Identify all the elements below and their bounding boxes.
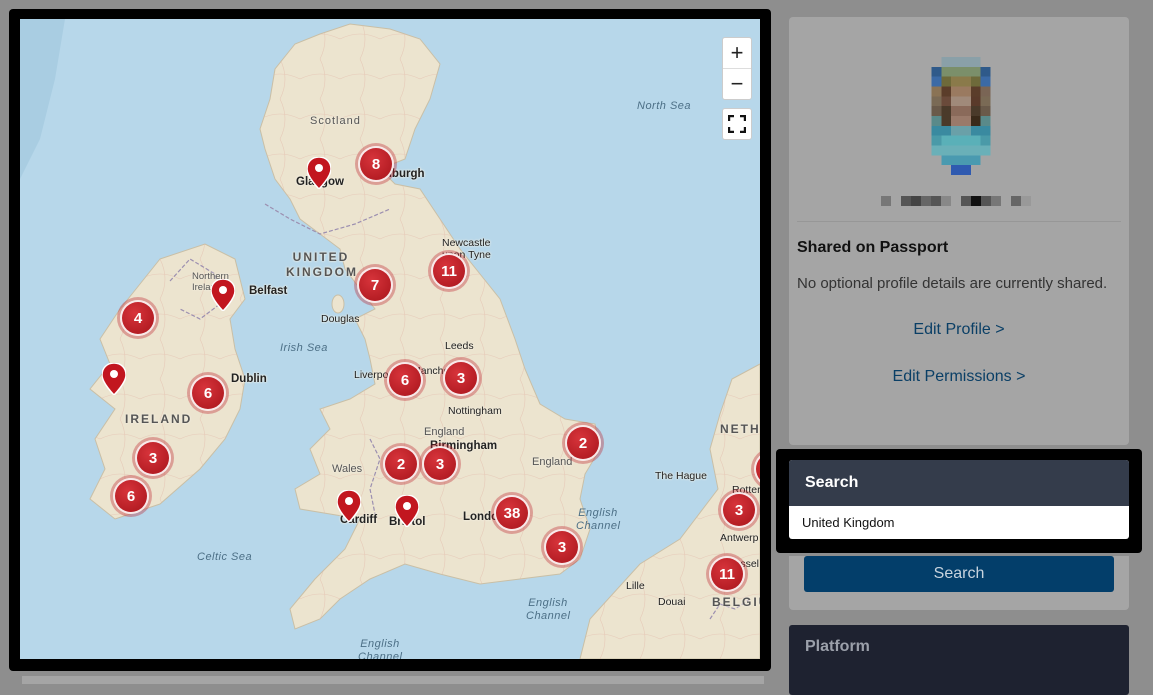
shared-details-text: No optional profile details are currentl… <box>797 275 1108 292</box>
label-england-east: England <box>532 456 573 468</box>
zoom-in-button[interactable]: + <box>723 38 751 68</box>
map-cluster-liverpool[interactable]: 6 <box>387 362 423 398</box>
map-cluster-dublin[interactable]: 6 <box>190 375 226 411</box>
label-the-hague: The Hague <box>655 470 707 482</box>
label-wales: Wales <box>332 463 363 475</box>
content-bottom-strip <box>22 676 764 684</box>
map-pin-cardiff[interactable] <box>337 490 361 522</box>
map-cluster-london[interactable]: 38 <box>494 495 530 531</box>
map-pin-glasgow[interactable] <box>307 157 331 189</box>
label-belgium: BELGIU <box>712 595 760 609</box>
map-cluster-ireland-south[interactable]: 3 <box>135 440 171 476</box>
platform-header: Platform <box>805 637 870 655</box>
avatar <box>931 57 991 175</box>
label-english-channel-2: English Channel <box>526 597 571 622</box>
zoom-out-button[interactable]: − <box>723 68 751 99</box>
fullscreen-control <box>722 108 752 140</box>
label-douglas: Douglas <box>321 313 360 325</box>
label-dublin: Dublin <box>231 373 267 385</box>
search-card: Search United Kingdom <box>789 460 1129 539</box>
fullscreen-icon <box>728 115 746 133</box>
map-cluster-ireland-northwest[interactable]: 4 <box>120 300 156 336</box>
map-cluster-manchester[interactable]: 3 <box>443 360 479 396</box>
zoom-control: + − <box>722 37 752 100</box>
map-frame: North Sea Scotland Glasgow Edinburgh UNI… <box>9 9 771 671</box>
map-cluster-newcastle[interactable]: 11 <box>431 253 467 289</box>
profile-card: Shared on Passport No optional profile d… <box>789 17 1129 445</box>
edit-permissions-link[interactable]: Edit Permissions > <box>789 368 1129 386</box>
label-belfast: Belfast <box>249 285 288 297</box>
profile-divider <box>797 221 1121 222</box>
search-frame: Search United Kingdom <box>776 449 1142 553</box>
label-scotland: Scotland <box>310 115 361 127</box>
map-pin-bristol[interactable] <box>395 495 419 527</box>
map-basemap <box>20 19 760 659</box>
label-english-channel-1: English Channel <box>576 507 621 532</box>
label-ireland: IRELAND <box>125 412 193 426</box>
map-cluster-ireland-southwest[interactable]: 6 <box>113 478 149 514</box>
map-cluster-rotterdam[interactable]: 3 <box>721 492 757 528</box>
platform-card: Platform <box>789 625 1129 695</box>
label-england: England <box>424 426 465 438</box>
search-button[interactable]: Search <box>804 556 1114 592</box>
map-cluster-edinburgh[interactable]: 8 <box>358 146 394 182</box>
label-douai: Douai <box>658 596 686 608</box>
map-cluster-cumbria[interactable]: 7 <box>357 267 393 303</box>
label-north-sea: North Sea <box>637 100 692 112</box>
label-netherlands: NETH <box>720 422 760 436</box>
label-united-kingdom: UNITED KINGDOM <box>286 250 358 279</box>
map-view[interactable]: North Sea Scotland Glasgow Edinburgh UNI… <box>20 19 760 659</box>
masked-user-name <box>881 196 1031 206</box>
map-cluster-birmingham[interactable]: 3 <box>422 446 458 482</box>
search-header: Search <box>789 460 1129 506</box>
map-cluster-norfolk[interactable]: 2 <box>565 425 601 461</box>
label-english-channel-3: English Channel <box>358 638 403 659</box>
edit-profile-link[interactable]: Edit Profile > <box>789 321 1129 339</box>
label-lille: Lille <box>626 580 645 592</box>
label-leeds: Leeds <box>445 340 474 352</box>
map-cluster-wales[interactable]: 2 <box>383 446 419 482</box>
map-pin-ireland-west[interactable] <box>102 363 126 395</box>
label-nottingham: Nottingham <box>448 405 502 417</box>
label-antwerp: Antwerp <box>720 532 759 544</box>
map-pin-belfast[interactable] <box>211 279 235 311</box>
map-cluster-kent[interactable]: 3 <box>544 529 580 565</box>
label-irish-sea: Irish Sea <box>280 342 328 354</box>
fullscreen-button[interactable] <box>723 109 751 139</box>
search-country-field[interactable]: United Kingdom <box>789 506 1129 539</box>
label-celtic-sea: Celtic Sea <box>197 551 253 563</box>
shared-on-passport-title: Shared on Passport <box>797 239 949 256</box>
map-cluster-brussels[interactable]: 11 <box>709 556 745 592</box>
